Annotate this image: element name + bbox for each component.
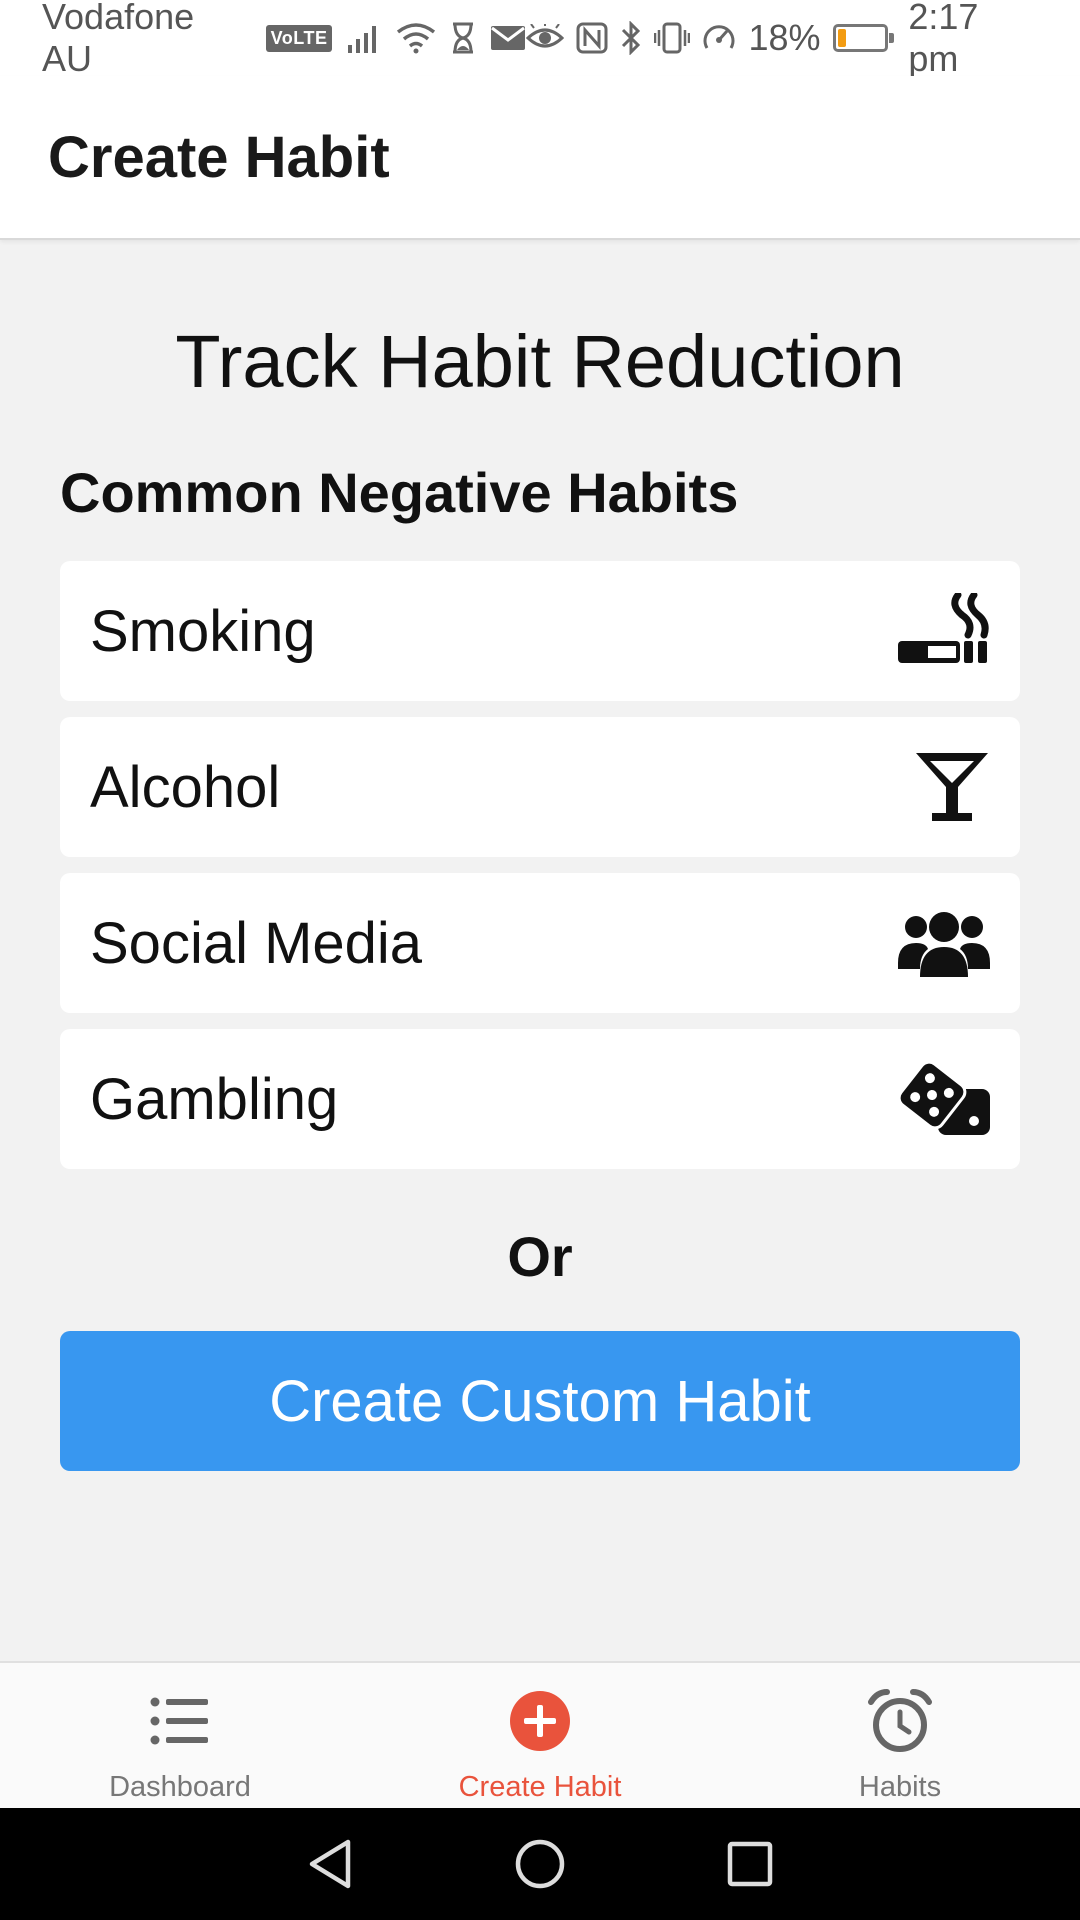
nfc-icon [576,18,608,58]
mail-icon [490,18,526,58]
app-bar: Create Habit [0,76,1080,240]
hourglass-icon [450,18,476,58]
plus-circle-icon [508,1685,572,1757]
signal-icon [346,18,382,58]
vibrate-icon [654,18,691,58]
page-title: Create Habit [48,124,390,190]
habit-label: Gambling [90,1066,339,1132]
habit-label: Smoking [90,598,316,664]
nav-item-create-habit[interactable]: Create Habit [360,1663,720,1808]
habit-item-smoking[interactable]: Smoking [60,561,1020,701]
page-heading: Track Habit Reduction [175,320,905,403]
habit-list: Smoking Alcohol Social Media Gambling [60,561,1020,1169]
nav-label: Habits [858,1771,942,1803]
habit-label: Alcohol [90,754,281,820]
nav-item-dashboard[interactable]: Dashboard [0,1663,360,1808]
or-divider-text: Or [507,1225,573,1288]
nav-item-habits[interactable]: Habits [720,1663,1080,1808]
nav-label: Create Habit [458,1771,622,1803]
users-icon [898,903,990,983]
speedometer-icon [702,18,736,58]
eye-icon [526,18,565,58]
system-nav-bar [0,1808,1080,1920]
smoking-icon [898,591,990,671]
battery-icon [832,24,895,52]
recents-icon[interactable] [720,1834,780,1894]
back-icon[interactable] [300,1834,360,1894]
create-custom-habit-button[interactable]: Create Custom Habit [60,1331,1020,1471]
list-icon [150,1685,210,1757]
bottom-nav: Dashboard Create Habit Habits [0,1661,1080,1808]
carrier-name: Vodafone AU [42,0,195,79]
habit-item-social-media[interactable]: Social Media [60,873,1020,1013]
dice-icon [898,1059,990,1139]
main-content: Track Habit Reduction Common Negative Ha… [60,240,1020,1471]
nav-label: Dashboard [109,1771,251,1803]
home-icon[interactable] [510,1834,570,1894]
cocktail-icon [898,747,990,827]
habit-item-alcohol[interactable]: Alcohol [60,717,1020,857]
status-time: 2:17 pm [908,0,979,79]
habit-label: Social Media [90,910,423,976]
status-bar: Vodafone AU VoLTE 18% 2:17 pm [0,0,1080,79]
bluetooth-icon [620,18,642,58]
wifi-icon [396,18,436,58]
battery-level [837,29,846,47]
section-label: Common Negative Habits [60,461,739,524]
alarm-clock-icon [867,1685,933,1757]
volte-badge: VoLTE [265,24,333,52]
habit-item-gambling[interactable]: Gambling [60,1029,1020,1169]
battery-percent: 18% [748,17,821,58]
